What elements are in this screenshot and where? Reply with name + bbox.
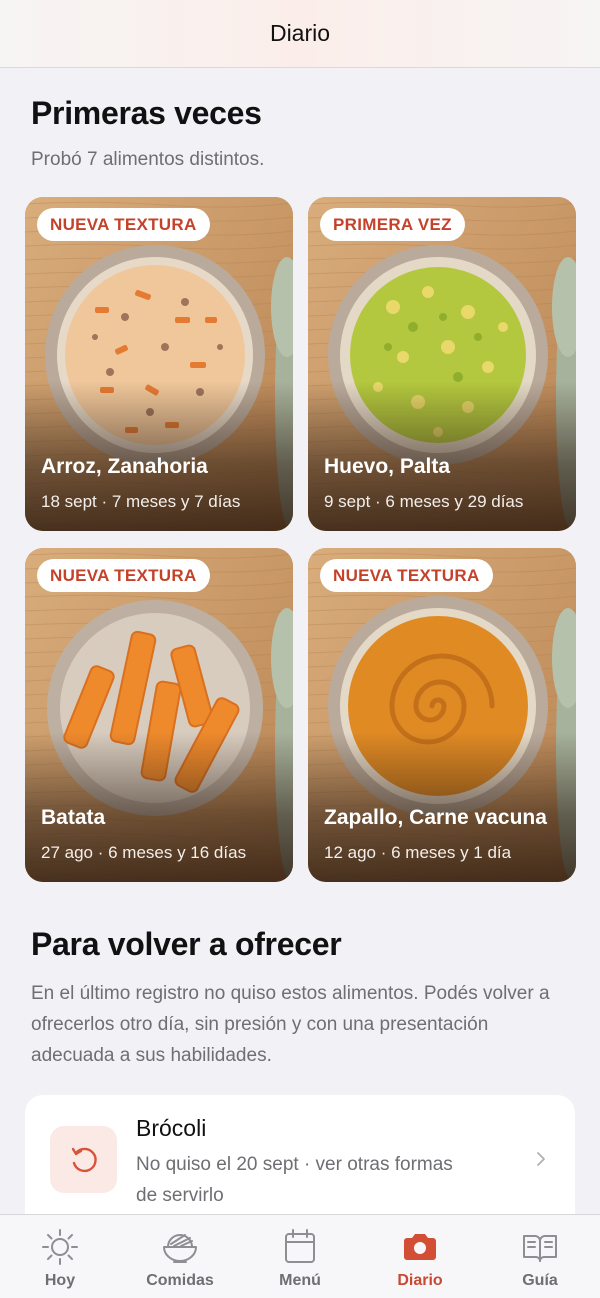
food-name: Arroz, Zanahoria xyxy=(41,455,208,478)
food-date-age: 18 sept · 7 meses y 7 días xyxy=(41,492,241,511)
tab-hoy[interactable]: Hoy xyxy=(0,1215,120,1298)
food-card-egg-avocado[interactable]: PRIMERA VEZ Huevo, Palta 9 sept · 6 mese… xyxy=(308,197,576,531)
page-title: Diario xyxy=(269,20,331,46)
reoffer-food-detail: No quiso el 20 sept · ver otras formas d… xyxy=(136,1154,453,1206)
texture-badge: PRIMERA VEZ xyxy=(320,208,465,241)
calendar-icon xyxy=(280,1228,320,1266)
tab-menu[interactable]: Menú xyxy=(240,1215,360,1298)
food-date-age: 9 sept · 6 meses y 29 días xyxy=(324,492,524,511)
reoffer-section-description: En el último registro no quiso estos ali… xyxy=(31,983,550,1066)
tab-label: Guía xyxy=(522,1272,558,1289)
camera-icon xyxy=(400,1228,440,1266)
firsts-section-title: Primeras veces xyxy=(31,95,262,131)
food-card-sweet-potato[interactable]: NUEVA TEXTURA Batata 27 ago · 6 meses y … xyxy=(25,548,293,882)
food-card-pumpkin-beef[interactable]: NUEVA TEXTURA Zapallo, Carne vacuna 12 a… xyxy=(308,548,576,882)
texture-badge: NUEVA TEXTURA xyxy=(37,208,210,241)
bottom-tab-bar: Hoy Comidas Menú Diario Guía xyxy=(0,1214,600,1298)
reoffer-food-name: Brócoli xyxy=(136,1115,207,1141)
chevron-right-icon xyxy=(537,1152,545,1166)
texture-badge: NUEVA TEXTURA xyxy=(37,559,210,592)
top-bar: Diario xyxy=(0,0,600,68)
tab-label: Hoy xyxy=(44,1272,76,1289)
tab-diario[interactable]: Diario xyxy=(360,1215,480,1298)
texture-badge: NUEVA TEXTURA xyxy=(320,559,493,592)
food-card-rice-carrot[interactable]: NUEVA TEXTURA Arroz, Zanahoria 18 sept ·… xyxy=(25,197,293,531)
sun-icon xyxy=(40,1228,80,1266)
bowl-icon xyxy=(160,1228,200,1266)
tab-label: Menú xyxy=(279,1272,321,1289)
food-date-age: 27 ago · 6 meses y 16 días xyxy=(41,843,247,862)
tab-label: Comidas xyxy=(146,1272,214,1289)
food-name: Batata xyxy=(41,806,106,829)
food-date-age: 12 ago · 6 meses y 1 día xyxy=(324,843,512,862)
food-name: Huevo, Palta xyxy=(324,455,451,478)
tab-comidas[interactable]: Comidas xyxy=(120,1215,240,1298)
tab-label: Diario xyxy=(397,1272,443,1289)
book-icon xyxy=(520,1228,560,1266)
food-name: Zapallo, Carne vacuna xyxy=(324,806,547,829)
retry-icon xyxy=(50,1126,117,1193)
firsts-section-subtitle: Probó 7 alimentos distintos. xyxy=(31,149,265,170)
tab-guia[interactable]: Guía xyxy=(480,1215,600,1298)
app-screen: Diario Primeras veces Probó 7 alimentos … xyxy=(0,0,600,1298)
reoffer-section-title: Para volver a ofrecer xyxy=(31,926,342,962)
